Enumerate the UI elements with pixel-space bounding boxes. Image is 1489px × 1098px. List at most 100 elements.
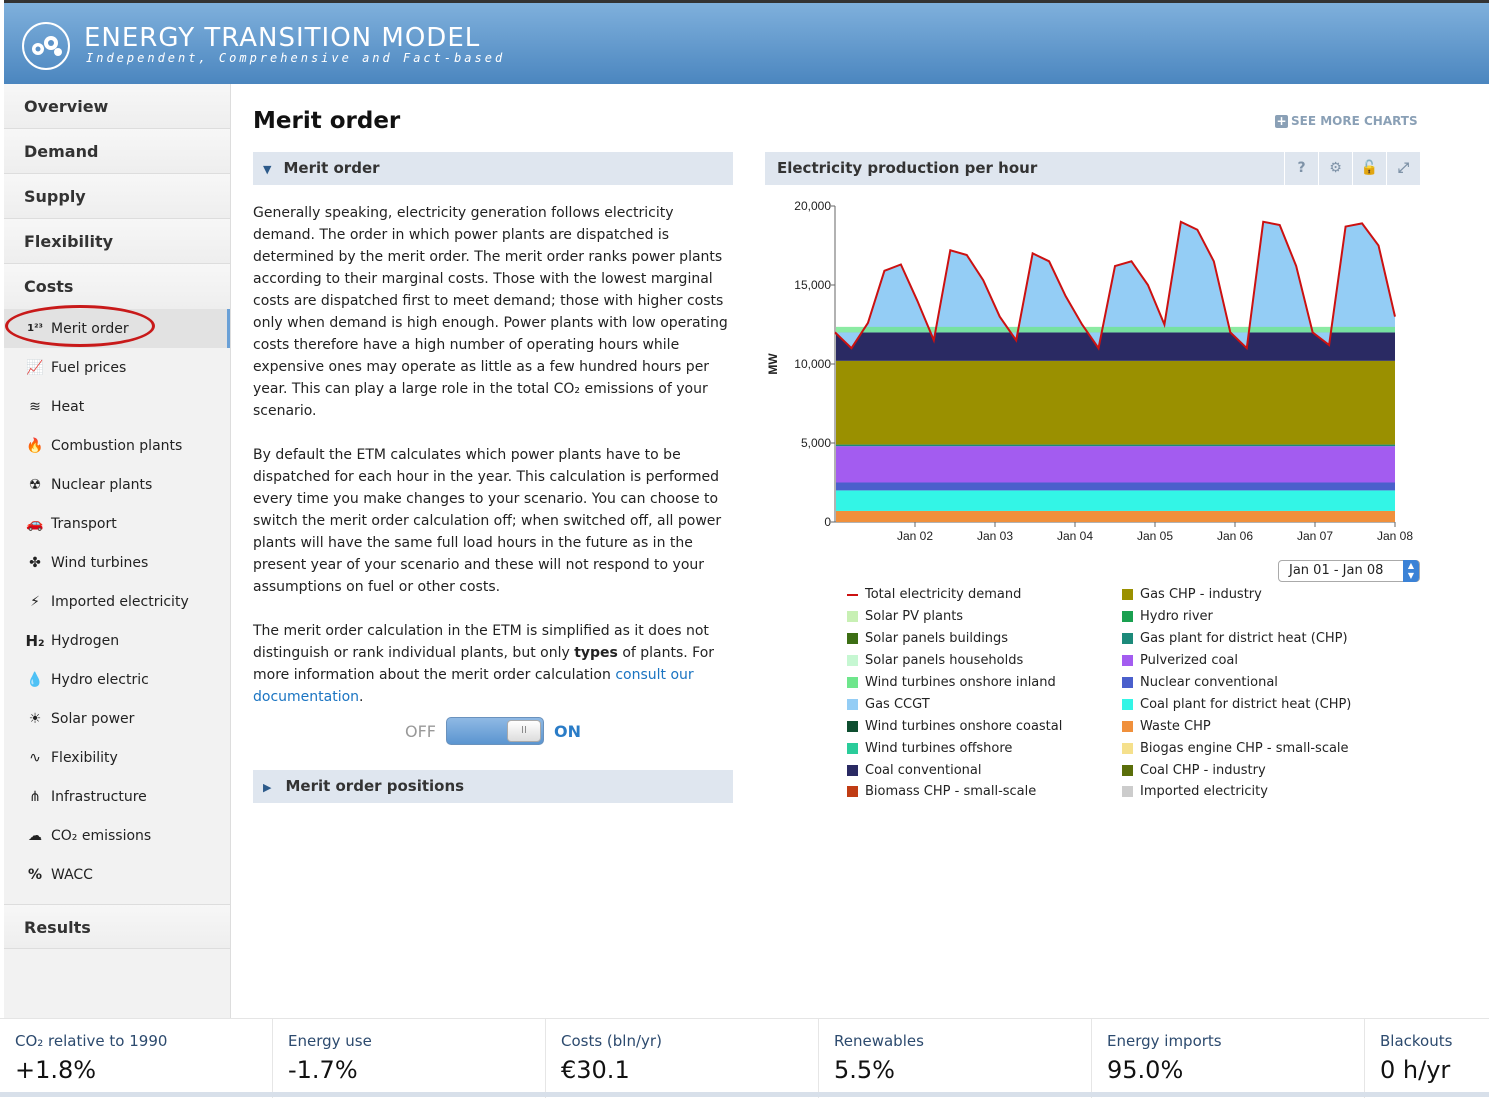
sidebar-item-label: Imported electricity — [51, 593, 189, 610]
kpi-energy-imports[interactable]: Energy imports 95.0% — [1092, 1019, 1365, 1098]
sidebar-item-label: Combustion plants — [51, 437, 183, 454]
legend-item[interactable]: Biogas engine CHP - small-scale — [1122, 737, 1351, 759]
legend-label: Hydro river — [1140, 609, 1213, 625]
sidebar-item-wind-turbines[interactable]: ✤ Wind turbines — [4, 543, 230, 582]
kpi-value: €30.1 — [561, 1056, 630, 1084]
legend-item[interactable]: Gas CCGT — [847, 693, 1062, 715]
legend-item[interactable]: Imported electricity — [1122, 781, 1351, 803]
kpi-value: +1.8% — [15, 1056, 97, 1084]
sidebar-item-label: Heat — [51, 398, 85, 415]
stack-band — [836, 446, 1395, 483]
legend-item[interactable]: Wind turbines onshore inland — [847, 672, 1062, 694]
sidebar-section-overview[interactable]: Overview — [4, 84, 230, 129]
sidebar: Overview Demand Supply Flexibility Costs… — [4, 84, 231, 1018]
legend-item[interactable]: Nuclear conventional — [1122, 672, 1351, 694]
kpi-costs[interactable]: Costs (bln/yr) €30.1 — [546, 1019, 819, 1098]
sidebar-item-imported-electricity[interactable]: ⚡ Imported electricity — [4, 582, 230, 621]
legend-item[interactable]: Coal CHP - industry — [1122, 759, 1351, 781]
x-tick-label: Jan 06 — [1217, 529, 1253, 542]
kpi-co2[interactable]: CO₂ relative to 1990 +1.8% — [0, 1019, 273, 1098]
legend-item[interactable]: Solar panels buildings — [847, 628, 1062, 650]
y-axis-label: MW — [766, 353, 780, 375]
expand-icon[interactable]: ⤢ — [1386, 152, 1420, 185]
kpi-footer: CO₂ relative to 1990 +1.8% Energy use -1.7… — [0, 1018, 1489, 1098]
sidebar-section-costs[interactable]: Costs — [4, 264, 230, 309]
etm-logo-icon[interactable] — [18, 21, 74, 71]
sidebar-item-infrastructure[interactable]: ⋔ Infrastructure — [4, 777, 230, 816]
legend-swatch — [847, 764, 858, 776]
legend-swatch — [847, 720, 858, 732]
sidebar-item-solar-power[interactable]: ☀ Solar power — [4, 699, 230, 738]
panel-title: Merit order — [283, 159, 380, 177]
y-tick-label: 15,000 — [794, 278, 831, 292]
legend-label: Solar panels households — [865, 653, 1024, 669]
date-range-select[interactable]: Jan 01 - Jan 08 ▲ ▼ — [1278, 560, 1420, 582]
legend-swatch — [1122, 764, 1133, 776]
unlock-icon[interactable]: 🔓 — [1352, 152, 1386, 185]
sidebar-item-label: WACC — [51, 866, 93, 883]
legend-column: Gas CHP - industry Hydro river Gas plant f… — [1122, 584, 1351, 803]
kpi-value: 0 h/yr — [1380, 1056, 1451, 1084]
legend-item[interactable]: Coal conventional — [847, 759, 1062, 781]
switch-on-label[interactable]: ON — [554, 722, 581, 741]
legend-item[interactable]: Waste CHP — [1122, 715, 1351, 737]
legend-item[interactable]: Gas plant for district heat (CHP) — [1122, 628, 1351, 650]
kpi-blackouts[interactable]: Blackouts 0 h/yr — [1365, 1019, 1489, 1098]
legend-label: Wind turbines offshore — [865, 740, 1013, 756]
sidebar-item-label: Transport — [51, 515, 117, 532]
toggle-knob[interactable]: II — [507, 720, 541, 742]
radiation-icon: ☢ — [28, 476, 42, 493]
switch-off-label[interactable]: OFF — [405, 722, 436, 741]
kpi-label: Energy imports — [1107, 1032, 1222, 1050]
legend-item[interactable]: Gas CHP - industry — [1122, 584, 1351, 606]
sidebar-item-flexibility[interactable]: ∿ Flexibility — [4, 738, 230, 777]
sidebar-item-hydrogen[interactable]: H₂ Hydrogen — [4, 621, 230, 660]
kpi-label: CO₂ relative to 1990 — [15, 1032, 168, 1050]
kpi-renewables[interactable]: Renewables 5.5% — [819, 1019, 1092, 1098]
description-paragraph: The merit order calculation in the ETM i… — [253, 620, 733, 708]
legend-item[interactable]: Biomass CHP - small-scale — [847, 781, 1062, 803]
gear-icon[interactable]: ⚙ — [1318, 152, 1352, 185]
legend-item[interactable]: Hydro river — [1122, 606, 1351, 628]
cloud-icon: ☁ — [28, 827, 42, 844]
legend-item[interactable]: Solar panels households — [847, 650, 1062, 672]
legend-label: Wind turbines onshore inland — [865, 675, 1056, 690]
water-drop-icon: 💧 — [26, 671, 44, 688]
legend-item[interactable]: Wind turbines offshore — [847, 737, 1062, 759]
legend-item[interactable]: Coal plant for district heat (CHP) — [1122, 693, 1351, 715]
merit-order-panel-header[interactable]: ▼ Merit order — [253, 152, 733, 185]
kpi-energy-use[interactable]: Energy use -1.7% — [273, 1019, 546, 1098]
stack-band — [836, 490, 1395, 511]
help-icon[interactable]: ? — [1284, 152, 1318, 185]
legend-swatch — [847, 611, 858, 623]
chart-panel-header: Electricity production per hour ? ⚙ 🔓 ⤢ — [765, 152, 1420, 185]
sidebar-item-co2-emissions[interactable]: ☁ CO₂ emissions — [4, 816, 230, 855]
sidebar-item-fuel-prices[interactable]: 📈 Fuel prices — [4, 348, 230, 387]
sidebar-item-heat[interactable]: ≋ Heat — [4, 387, 230, 426]
sidebar-item-nuclear-plants[interactable]: ☢ Nuclear plants — [4, 465, 230, 504]
x-tick-label: Jan 04 — [1057, 529, 1093, 542]
legend-item[interactable]: Total electricity demand — [847, 584, 1062, 606]
legend-item[interactable]: Pulverized coal — [1122, 650, 1351, 672]
sidebar-item-combustion-plants[interactable]: 🔥 Combustion plants — [4, 426, 230, 465]
sidebar-item-hydro-electric[interactable]: 💧 Hydro electric — [4, 660, 230, 699]
pylon-icon: ⋔ — [29, 788, 41, 805]
legend-label: Biomass CHP - small-scale — [865, 784, 1037, 800]
kpi-value: 95.0% — [1107, 1056, 1184, 1084]
see-more-charts-link[interactable]: + SEE MORE CHARTS — [1275, 114, 1418, 128]
kpi-label: Energy use — [288, 1032, 372, 1050]
merit-order-positions-header[interactable]: ▶ Merit order positions — [253, 770, 733, 803]
sidebar-item-merit-order[interactable]: 1²³ Merit order — [4, 309, 230, 348]
sidebar-item-transport[interactable]: 🚗 Transport — [4, 504, 230, 543]
legend-item[interactable]: Wind turbines onshore coastal — [847, 715, 1062, 737]
sidebar-section-demand[interactable]: Demand — [4, 129, 230, 174]
sidebar-section-flexibility[interactable]: Flexibility — [4, 219, 230, 264]
merit-order-toggle[interactable]: II — [446, 717, 544, 745]
sidebar-section-results[interactable]: Results — [4, 904, 230, 949]
legend-label: Coal CHP - industry — [1140, 762, 1266, 778]
legend-item[interactable]: Solar PV plants — [847, 606, 1062, 628]
caret-right-icon: ▶ — [263, 781, 272, 794]
sidebar-item-wacc[interactable]: % WACC — [4, 855, 230, 894]
sidebar-section-supply[interactable]: Supply — [4, 174, 230, 219]
x-tick-label: Jan 03 — [977, 529, 1013, 542]
